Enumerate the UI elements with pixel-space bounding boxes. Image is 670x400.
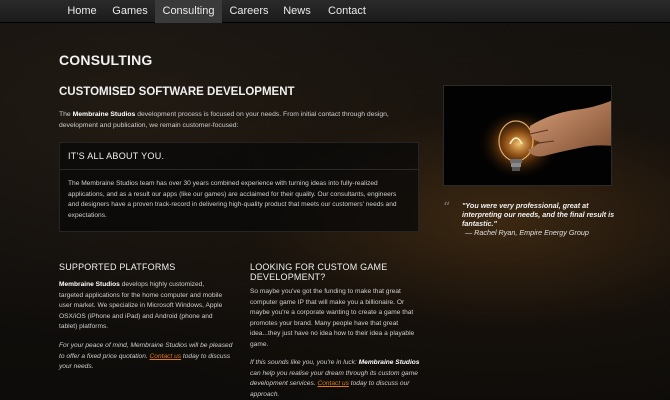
testimonial-quote: "You were very professional, great at in… — [462, 201, 615, 228]
nav-news[interactable]: News — [276, 0, 318, 23]
about-you-panel: IT'S ALL ABOUT YOU. The Membraine Studio… — [59, 142, 419, 232]
contact-us-link[interactable]: Contact us — [150, 353, 182, 360]
nav-consulting[interactable]: Consulting — [155, 0, 222, 23]
custom-games-note-start: If this sounds like you, you're in luck: — [250, 359, 359, 366]
testimonial-author: — Rachel Ryan, Empire Energy Group — [465, 228, 589, 237]
lightbulb-hand-image — [443, 85, 612, 186]
panel-title: IT'S ALL ABOUT YOU. — [60, 143, 418, 170]
platforms-body: develops highly customized, targeted app… — [59, 281, 223, 331]
nav-home[interactable]: Home — [60, 0, 104, 23]
page-title: CONSULTING — [59, 52, 153, 68]
platforms-brand: Membraine Studios — [59, 281, 120, 288]
top-navigation: Home Games Consulting Careers News Conta… — [0, 0, 670, 23]
platforms-text: Membraine Studios develops highly custom… — [59, 280, 224, 333]
intro-paragraph: The Membraine Studios development proces… — [59, 109, 429, 131]
platforms-note: For your peace of mind, Membraine Studio… — [59, 341, 239, 373]
lightbulb-illustration — [444, 86, 611, 185]
panel-body: The Membraine Studios team has over 30 y… — [68, 180, 397, 219]
custom-games-brand: Membraine Studios — [358, 359, 420, 366]
custom-games-body: So maybe you've got the funding to make … — [250, 288, 415, 348]
brand-name: Membraine Studios — [72, 111, 136, 118]
nav-games[interactable]: Games — [106, 0, 154, 23]
nav-contact[interactable]: Contact — [320, 0, 374, 23]
nav-careers[interactable]: Careers — [223, 0, 275, 23]
contact-us-link-2[interactable]: Contact us — [317, 380, 349, 387]
quote-mark-icon: “ — [443, 200, 451, 216]
intro-text-start: The — [59, 111, 73, 118]
section-title: CUSTOMISED SOFTWARE DEVELOPMENT — [59, 86, 295, 98]
custom-games-title: LOOKING FOR CUSTOM GAME DEVELOPMENT? — [250, 262, 388, 282]
platforms-title: SUPPORTED PLATFORMS — [59, 262, 176, 272]
custom-games-note: If this sounds like you, you're in luck:… — [250, 358, 425, 400]
